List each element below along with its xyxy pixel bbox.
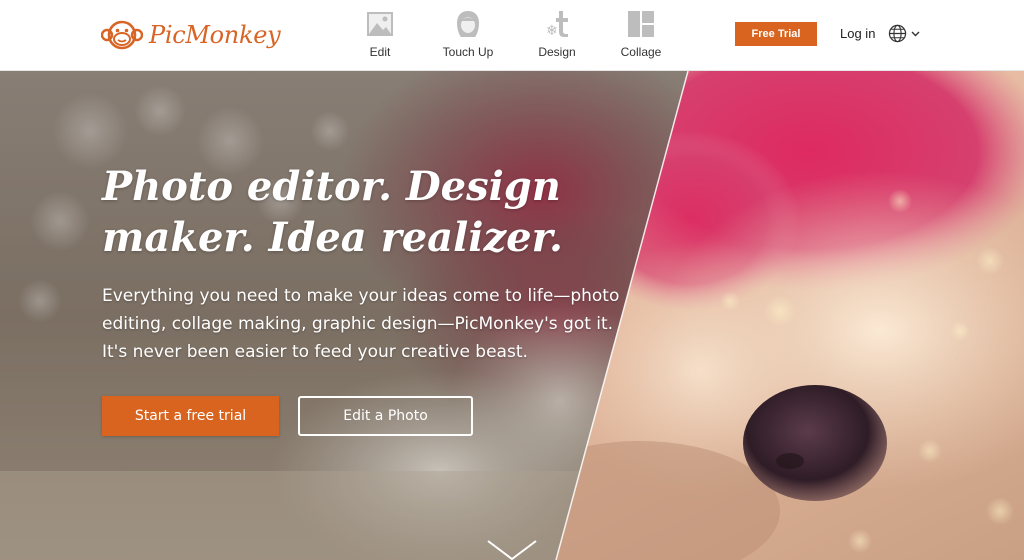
hero-headline: Photo editor. Design maker. Idea realize…: [102, 163, 563, 261]
language-selector[interactable]: [888, 24, 920, 43]
hero-subtitle: Everything you need to make your ideas c…: [102, 286, 620, 362]
logo[interactable]: PicMonkey: [101, 16, 281, 54]
nav-label-edit: Edit: [369, 45, 391, 59]
login-link[interactable]: Log in: [840, 26, 875, 41]
nav-label-design: Design: [538, 45, 576, 59]
collage-icon: [626, 9, 656, 39]
nav-label-collage: Collage: [620, 45, 662, 59]
svg-text:❄: ❄: [546, 23, 558, 39]
globe-icon: [888, 24, 907, 43]
face-icon: [453, 9, 483, 39]
nav-item-edit[interactable]: Edit: [335, 9, 425, 59]
monkey-logo-icon: [101, 20, 143, 50]
nav-item-design[interactable]: ❄ Design: [512, 9, 602, 59]
design-icon: ❄: [542, 9, 572, 39]
site-header: PicMonkey Edit Touch Up ❄ Design Collage…: [0, 0, 1024, 71]
start-free-trial-button[interactable]: Start a free trial: [102, 396, 279, 436]
free-trial-button[interactable]: Free Trial: [735, 22, 817, 46]
hero-section: Photo editor. Design maker. Idea realize…: [0, 71, 1024, 560]
edit-photo-button[interactable]: Edit a Photo: [298, 396, 473, 436]
photo-icon: [365, 9, 395, 39]
nav-item-touch-up[interactable]: Touch Up: [423, 9, 513, 59]
nav-item-collage[interactable]: Collage: [596, 9, 686, 59]
brand-name: PicMonkey: [149, 21, 281, 49]
chevron-down-icon: [911, 31, 920, 36]
nav-label-touch-up: Touch Up: [442, 45, 494, 59]
chevron-down-icon[interactable]: [484, 539, 540, 560]
